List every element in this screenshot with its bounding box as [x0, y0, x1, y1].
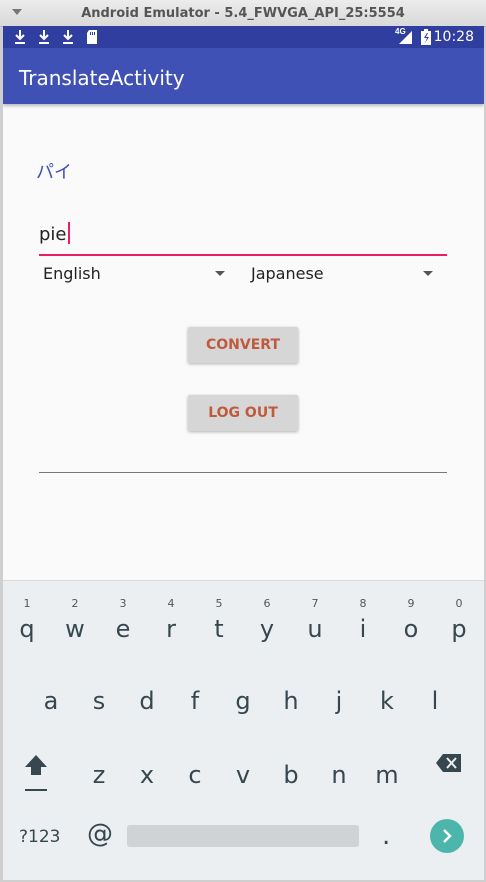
- key-number-hint: 2: [71, 597, 79, 610]
- key-label: w: [65, 615, 85, 643]
- key-x[interactable]: x: [123, 739, 171, 793]
- key-label: v: [235, 761, 251, 789]
- key-e[interactable]: 3e: [99, 593, 147, 647]
- key-label: c: [188, 761, 202, 789]
- key-w[interactable]: 2w: [51, 593, 99, 647]
- text-cursor: [67, 222, 70, 244]
- target-language-label: Japanese: [251, 264, 324, 283]
- key-label: e: [115, 615, 131, 643]
- key-q[interactable]: 1q: [3, 593, 51, 647]
- key-label: n: [331, 761, 347, 789]
- emulator-titlebar: Android Emulator - 5.4_FWVGA_API_25:5554: [0, 0, 486, 27]
- key-label: u: [307, 615, 323, 643]
- key-u[interactable]: 7u: [291, 593, 339, 647]
- key-j[interactable]: j: [315, 665, 363, 719]
- key-number-hint: 5: [215, 597, 223, 610]
- target-language-spinner[interactable]: Japanese: [247, 260, 437, 288]
- status-time: 10:28: [433, 29, 474, 45]
- dropdown-arrow-icon: [423, 271, 433, 276]
- key-label: d: [139, 687, 155, 715]
- key-label: o: [403, 615, 419, 643]
- key-i[interactable]: 8i: [339, 593, 387, 647]
- status-bar: 4G 10:28: [3, 26, 484, 48]
- key-label: r: [166, 615, 176, 643]
- key-f[interactable]: f: [171, 665, 219, 719]
- key-label: z: [92, 761, 106, 789]
- key-label: l: [431, 687, 439, 715]
- key-v[interactable]: v: [219, 739, 267, 793]
- key-label: b: [283, 761, 299, 789]
- translated-text: パイ: [36, 162, 72, 183]
- download-icon: [63, 30, 73, 44]
- logout-button[interactable]: LOG OUT: [188, 395, 298, 431]
- download-icon: [39, 30, 49, 44]
- key-number-hint: 3: [119, 597, 127, 610]
- key-n[interactable]: n: [315, 739, 363, 793]
- key-c[interactable]: c: [171, 739, 219, 793]
- key-label: a: [43, 687, 59, 715]
- key-label: j: [335, 687, 343, 715]
- soft-keyboard: 1q2w3e4r5t6y7u8i9o0p asdfghjkl zxcvbnm ?…: [3, 580, 484, 880]
- go-button[interactable]: [430, 819, 464, 853]
- key-label: y: [259, 615, 275, 643]
- word-input[interactable]: pie: [39, 216, 447, 256]
- key-label: f: [190, 687, 200, 715]
- battery-icon: [421, 29, 431, 45]
- dropdown-arrow-icon: [215, 271, 225, 276]
- key-label: x: [139, 761, 155, 789]
- key-l[interactable]: l: [411, 665, 459, 719]
- key-g[interactable]: g: [219, 665, 267, 719]
- key-number-hint: 0: [455, 597, 463, 610]
- key-r[interactable]: 4r: [147, 593, 195, 647]
- key-label: p: [451, 615, 467, 643]
- sdcard-icon: [87, 30, 97, 44]
- device-screen: 4G 10:28 TranslateActivity パイ pie Englis…: [3, 26, 484, 880]
- key-t[interactable]: 5t: [195, 593, 243, 647]
- at-key[interactable]: @: [87, 819, 113, 849]
- source-language-label: English: [43, 264, 101, 283]
- backspace-icon[interactable]: [435, 753, 463, 773]
- key-number-hint: 1: [23, 597, 31, 610]
- key-z[interactable]: z: [75, 739, 123, 793]
- window-title: Android Emulator - 5.4_FWVGA_API_25:5554: [81, 6, 405, 21]
- key-k[interactable]: k: [363, 665, 411, 719]
- chevron-right-icon: [443, 829, 452, 843]
- shift-icon[interactable]: [23, 753, 49, 793]
- key-label: m: [375, 761, 399, 789]
- key-number-hint: 8: [359, 597, 367, 610]
- period-key[interactable]: .: [382, 821, 390, 851]
- key-label: q: [19, 615, 35, 643]
- key-a[interactable]: a: [27, 665, 75, 719]
- symbols-key[interactable]: ?123: [19, 827, 60, 847]
- key-number-hint: 6: [263, 597, 271, 610]
- key-p[interactable]: 0p: [435, 593, 483, 647]
- key-b[interactable]: b: [267, 739, 315, 793]
- convert-button[interactable]: CONVERT: [188, 327, 298, 363]
- key-s[interactable]: s: [75, 665, 123, 719]
- key-label: h: [283, 687, 299, 715]
- key-d[interactable]: d: [123, 665, 171, 719]
- key-label: t: [214, 615, 224, 643]
- key-m[interactable]: m: [363, 739, 411, 793]
- app-title: TranslateActivity: [19, 66, 185, 90]
- key-number-hint: 4: [167, 597, 175, 610]
- app-bar: TranslateActivity: [3, 48, 484, 104]
- key-label: g: [235, 687, 251, 715]
- key-number-hint: 7: [311, 597, 319, 610]
- key-label: i: [359, 615, 367, 643]
- space-bar[interactable]: [127, 825, 359, 847]
- key-h[interactable]: h: [267, 665, 315, 719]
- download-icon: [15, 30, 25, 44]
- key-label: k: [380, 687, 394, 715]
- key-number-hint: 9: [407, 597, 415, 610]
- key-o[interactable]: 9o: [387, 593, 435, 647]
- signal-icon: [399, 31, 412, 44]
- output-field-underline[interactable]: [39, 472, 447, 473]
- word-input-value: pie: [39, 222, 70, 245]
- key-y[interactable]: 6y: [243, 593, 291, 647]
- source-language-spinner[interactable]: English: [39, 260, 229, 288]
- key-label: s: [92, 687, 106, 715]
